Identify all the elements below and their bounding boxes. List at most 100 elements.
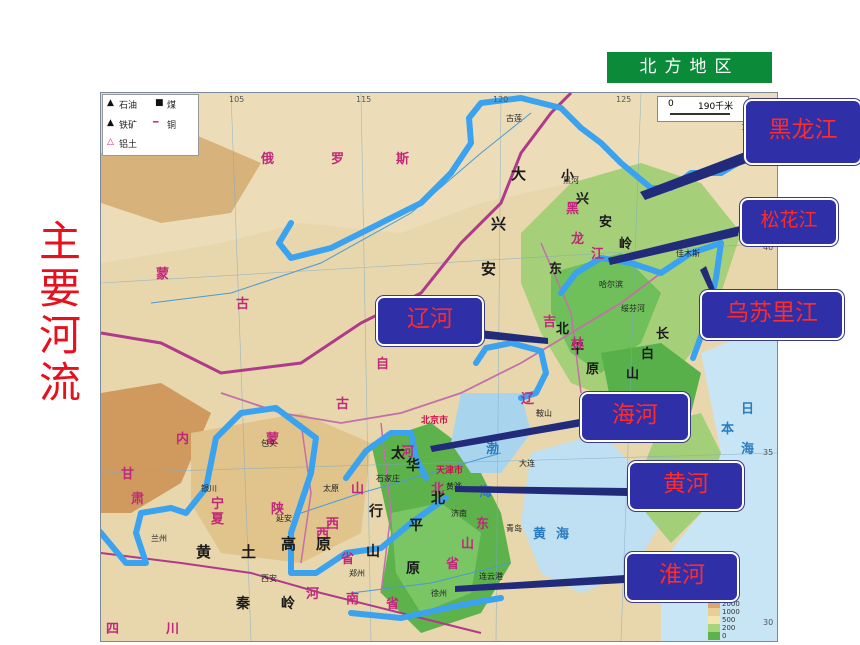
city-harbin: 哈尔滨 xyxy=(599,280,623,289)
coal-icon: ■ xyxy=(155,98,164,108)
label-loess-2: 土 xyxy=(241,543,257,561)
label-japan-sea-1: 日 xyxy=(741,402,755,417)
city-baotou: 包头 xyxy=(261,439,277,448)
label-taihang-2: 行 xyxy=(369,504,383,520)
callout-huaihe: 淮河 xyxy=(625,552,739,602)
label-mongolia-2: 古 xyxy=(236,297,250,312)
label-jilin-1: 吉 xyxy=(543,315,557,330)
city-xuzhou: 徐州 xyxy=(431,589,447,598)
copper-icon: ━ xyxy=(153,118,159,128)
city-suifenhe: 绥芬河 xyxy=(621,304,645,313)
iron-ore-icon: ▲ xyxy=(107,118,114,128)
label-qinling-1: 秦 xyxy=(236,596,250,612)
callout-wusulijiang: 乌苏里江 xyxy=(700,290,844,340)
label-taihang-3: 山 xyxy=(366,544,380,560)
callout-huanghe: 黄河 xyxy=(628,461,744,511)
elev-label: 1000 xyxy=(722,608,740,616)
tick-105: 105 xyxy=(229,95,245,104)
label-loess-3: 高 xyxy=(281,535,297,553)
label-tianjin: 天津市 xyxy=(436,466,464,476)
label-henan-1: 河 xyxy=(306,587,320,602)
city-dalian: 大连 xyxy=(519,459,535,468)
scale-line xyxy=(670,113,730,115)
legend-label-bauxite: 铝土 xyxy=(119,140,138,150)
label-daxinganling-2: 兴 xyxy=(491,215,507,233)
label-huabei-2: 北 xyxy=(431,491,445,507)
label-shandong-3: 省 xyxy=(446,557,460,572)
city-qingdao: 青岛 xyxy=(506,524,522,533)
elev-row: 500 xyxy=(708,616,754,624)
label-russia-2: 罗 xyxy=(331,152,345,167)
label-qinling-2: 岭 xyxy=(281,596,295,612)
label-loess-4: 原 xyxy=(316,535,332,553)
label-shanxi-3: 省 xyxy=(341,552,355,567)
city-heihe: 黑河 xyxy=(563,176,579,185)
label-japan-sea-2: 本 xyxy=(721,422,735,437)
label-xiaoxinganling-4: 岭 xyxy=(619,237,633,252)
label-henan-2: 南 xyxy=(346,592,360,607)
legend-label-coal: 煤 xyxy=(167,101,177,111)
city-lanzhou: 兰州 xyxy=(151,534,167,543)
legend-label-oil: 石油 xyxy=(119,101,138,111)
label-henan-3: 省 xyxy=(386,597,400,612)
label-heilongjiang-3: 江 xyxy=(591,247,605,262)
label-dongbei-2: 北 xyxy=(556,322,570,337)
label-shandong-1: 山 xyxy=(461,537,475,552)
label-jilin-2: 林 xyxy=(571,337,585,352)
map-legend: ▲ 石油 ■ 煤 ▲ 铁矿 ━ 铜 △ 铝土 xyxy=(102,94,199,156)
label-gansu-2: 肃 xyxy=(131,492,145,507)
city-yanan: 延安 xyxy=(276,514,292,523)
city-lianyungang: 连云港 xyxy=(479,572,503,581)
label-daxinganling-1: 大 xyxy=(511,165,527,183)
label-taihang-1: 太 xyxy=(391,446,405,462)
label-sichuan-2: 川 xyxy=(166,622,180,637)
label-huabei-4: 原 xyxy=(406,561,420,577)
side-title-main-rivers: 主要河流 xyxy=(38,217,81,407)
label-dongbei-1: 东 xyxy=(549,262,563,277)
city-taiyuan: 太原 xyxy=(323,484,339,493)
label-neimenggu-1: 内 xyxy=(176,432,190,447)
city-jiamusi: 佳木斯 xyxy=(676,249,700,258)
label-russia-3: 斯 xyxy=(396,152,410,167)
label-russia-1: 俄 xyxy=(261,152,275,167)
legend-label-iron: 铁矿 xyxy=(119,121,138,131)
elev-label: 200 xyxy=(722,624,736,632)
label-bohai-1: 渤 xyxy=(486,442,500,457)
label-changbai-3: 山 xyxy=(626,367,640,382)
tick-120: 120 xyxy=(493,95,509,104)
bauxite-icon: △ xyxy=(107,137,114,147)
label-huanghai-2: 海 xyxy=(556,527,570,542)
label-loess-1: 黄 xyxy=(196,543,212,561)
tick-115: 115 xyxy=(356,95,372,104)
label-huabei-3: 平 xyxy=(409,518,423,534)
label-beijing: 北京市 xyxy=(421,416,449,426)
elev-label: 0 xyxy=(722,632,727,640)
label-huabei-1: 华 xyxy=(406,458,420,474)
oil-icon: ▲ xyxy=(107,98,114,108)
region-tag-north: 北方地区 xyxy=(607,52,772,83)
city-huanghua: 黄骅 xyxy=(446,482,462,491)
label-liaoning-1: 辽 xyxy=(521,392,535,407)
label-shanxi-1: 山 xyxy=(351,482,365,497)
label-daxinganling-3: 安 xyxy=(481,260,497,278)
city-yinchuan: 银川 xyxy=(201,484,217,493)
callout-songhuajiang: 松花江 xyxy=(740,198,838,246)
label-japan-sea-3: 海 xyxy=(741,442,755,457)
label-mongolia-1: 蒙 xyxy=(156,267,170,282)
label-bohai-2: 海 xyxy=(479,485,493,500)
label-neimenggu-3: 古 xyxy=(336,397,350,412)
city-xian: 西安 xyxy=(261,574,277,583)
callout-liaohe: 辽河 xyxy=(376,296,484,346)
callout-heilongjiang: 黑龙江 xyxy=(744,99,860,165)
label-heilongjiang-2: 龙 xyxy=(571,232,585,247)
label-changbai-1: 长 xyxy=(656,327,670,342)
city-shijiazhuang: 石家庄 xyxy=(376,474,400,483)
label-neimenggu-4: 自 xyxy=(376,357,390,372)
city-jinan: 济南 xyxy=(451,509,467,518)
tick-125: 125 xyxy=(616,95,632,104)
elev-row: 200 xyxy=(708,624,754,632)
legend-label-copper: 铜 xyxy=(167,121,177,131)
city-anshan: 鞍山 xyxy=(536,409,552,418)
elev-row: 1000 xyxy=(708,608,754,616)
label-gansu-1: 甘 xyxy=(121,467,135,482)
